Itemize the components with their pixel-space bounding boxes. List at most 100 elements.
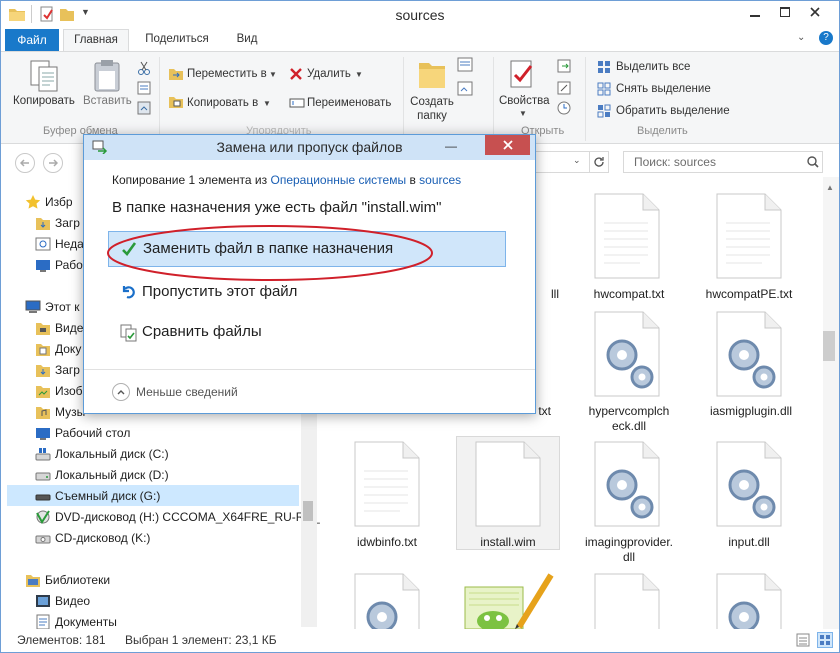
copy-to-icon bbox=[169, 95, 183, 109]
less-details-button[interactable]: Меньше сведений bbox=[136, 385, 238, 399]
tab-file[interactable]: Файл bbox=[5, 29, 59, 51]
forward-button[interactable] bbox=[43, 153, 63, 173]
cut-icon[interactable] bbox=[137, 61, 151, 75]
delete-button[interactable]: Удалить bbox=[307, 68, 351, 80]
files-scrollbar[interactable] bbox=[823, 177, 839, 629]
file-hwcompatpe[interactable]: hwcompatPE.txt bbox=[704, 287, 794, 302]
text-file-icon[interactable] bbox=[594, 193, 660, 279]
properties-icon bbox=[509, 59, 537, 91]
refresh-button[interactable] bbox=[589, 151, 609, 173]
files-scroll-thumb[interactable] bbox=[823, 331, 835, 361]
rename-button[interactable]: Переименовать bbox=[307, 97, 391, 109]
dialog-title: Замена или пропуск файлов bbox=[216, 139, 403, 155]
paste-icon bbox=[93, 59, 121, 93]
copy-button[interactable]: Копировать bbox=[13, 95, 75, 107]
window-title: sources bbox=[395, 7, 445, 23]
dialog-title-bar: Замена или пропуск файлов — bbox=[84, 135, 535, 160]
copy-to-button[interactable]: Копировать в bbox=[187, 97, 258, 109]
new-folder-icon bbox=[417, 57, 447, 91]
selection-info: Выбран 1 элемент: 23,1 КБ bbox=[125, 633, 277, 647]
dialog-minimize-button[interactable]: — bbox=[436, 139, 466, 153]
close-button[interactable] bbox=[793, 1, 837, 23]
ribbon-expand-icon[interactable]: ⌄ bbox=[797, 32, 805, 43]
dialog-close-button[interactable] bbox=[485, 135, 530, 155]
help-icon[interactable]: ? bbox=[819, 31, 833, 45]
invert-selection-icon bbox=[597, 104, 611, 118]
minimize-button[interactable] bbox=[741, 1, 769, 23]
open-icon[interactable] bbox=[557, 59, 573, 73]
select-all-icon bbox=[597, 60, 611, 74]
annotation-ellipse bbox=[107, 225, 433, 281]
easy-access-icon[interactable] bbox=[457, 81, 475, 97]
wim-file-icon[interactable] bbox=[475, 441, 541, 527]
documents-folder-icon bbox=[35, 341, 51, 357]
dll-file-icon[interactable] bbox=[716, 311, 782, 397]
address-dropdown-icon[interactable]: ⌄ bbox=[573, 155, 581, 166]
dll-file-icon[interactable] bbox=[716, 441, 782, 527]
move-to-button[interactable]: Переместить в bbox=[187, 68, 267, 80]
details-view-icon[interactable] bbox=[796, 633, 810, 647]
ribbon-tabs: Файл Главная Поделиться Вид ⌄ ? bbox=[1, 29, 839, 52]
status-bar: Элементов: 181 Выбран 1 элемент: 23,1 КБ bbox=[1, 629, 839, 652]
new-folder-button[interactable]: Создать папку bbox=[409, 95, 455, 123]
star-icon bbox=[25, 194, 41, 210]
copy-description: Копирование 1 элемента из Операционные с… bbox=[112, 173, 462, 187]
title-bar: ▼ sources bbox=[1, 1, 839, 29]
file-hypervcomplcheck[interactable]: hypervcomplcheck.dll bbox=[579, 404, 679, 434]
desktop-icon bbox=[35, 257, 51, 273]
skip-arrow-icon bbox=[122, 285, 138, 301]
documents-library-icon bbox=[35, 614, 51, 630]
deselect-button[interactable]: Снять выделение bbox=[616, 83, 711, 95]
dll-file-icon[interactable] bbox=[716, 573, 782, 629]
search-icon[interactable] bbox=[807, 156, 819, 168]
delete-icon bbox=[289, 67, 303, 81]
file-imagingprovider[interactable]: imagingprovider.dll bbox=[579, 535, 679, 565]
computer-icon bbox=[25, 299, 41, 315]
paste-shortcut-icon[interactable] bbox=[137, 101, 151, 115]
large-icons-view-icon[interactable] bbox=[817, 632, 833, 648]
source-link[interactable]: Операционные системы bbox=[270, 173, 406, 187]
drive-icon bbox=[35, 467, 51, 483]
file-install-wim[interactable]: install.wim bbox=[463, 535, 553, 550]
compare-option[interactable]: Сравнить файлы bbox=[108, 315, 506, 351]
collapse-details-icon[interactable] bbox=[112, 383, 130, 401]
new-item-icon[interactable] bbox=[457, 57, 475, 73]
copy-icon bbox=[29, 59, 59, 93]
destination-link[interactable]: sources bbox=[419, 173, 461, 187]
recent-places-icon bbox=[35, 236, 51, 252]
paste-button[interactable]: Вставить bbox=[83, 95, 132, 107]
history-icon[interactable] bbox=[557, 101, 573, 115]
text-file-icon[interactable] bbox=[594, 573, 660, 629]
properties-button[interactable]: Свойства bbox=[499, 95, 550, 107]
notepad-plus-file-icon[interactable] bbox=[463, 573, 555, 629]
video-library-icon bbox=[35, 593, 51, 609]
cd-drive-icon bbox=[35, 530, 51, 546]
dll-file-icon[interactable] bbox=[594, 441, 660, 527]
invert-selection-button[interactable]: Обратить выделение bbox=[616, 105, 730, 117]
copy-path-icon[interactable] bbox=[137, 81, 151, 95]
music-folder-icon bbox=[35, 404, 51, 420]
file-idwbinfo[interactable]: idwbinfo.txt bbox=[342, 535, 432, 550]
compare-files-icon bbox=[120, 324, 138, 342]
dll-file-icon[interactable] bbox=[594, 311, 660, 397]
windows-drive-icon bbox=[35, 446, 51, 462]
tab-share[interactable]: Поделиться bbox=[137, 29, 217, 51]
libraries-icon bbox=[25, 572, 41, 588]
file-iasmigplugin[interactable]: iasmigplugin.dll bbox=[701, 404, 801, 419]
text-file-icon[interactable] bbox=[354, 441, 420, 527]
tab-view[interactable]: Вид bbox=[227, 29, 267, 51]
edit-icon[interactable] bbox=[557, 81, 573, 95]
search-input[interactable]: Поиск: sources bbox=[623, 151, 823, 173]
file-hwcompat[interactable]: hwcompat.txt bbox=[584, 287, 674, 302]
text-file-icon[interactable] bbox=[716, 193, 782, 279]
file-input-dll[interactable]: input.dll bbox=[704, 535, 794, 550]
item-count: Элементов: 181 bbox=[17, 633, 106, 647]
conflict-message: В папке назначения уже есть файл "instal… bbox=[112, 199, 442, 216]
dvd-drive-icon bbox=[35, 509, 51, 525]
downloads-folder-icon bbox=[35, 215, 51, 231]
select-all-button[interactable]: Выделить все bbox=[616, 61, 690, 73]
tab-home[interactable]: Главная bbox=[63, 29, 129, 52]
back-button[interactable] bbox=[15, 153, 35, 173]
deselect-icon bbox=[597, 82, 611, 96]
dll-file-icon[interactable] bbox=[354, 573, 420, 629]
